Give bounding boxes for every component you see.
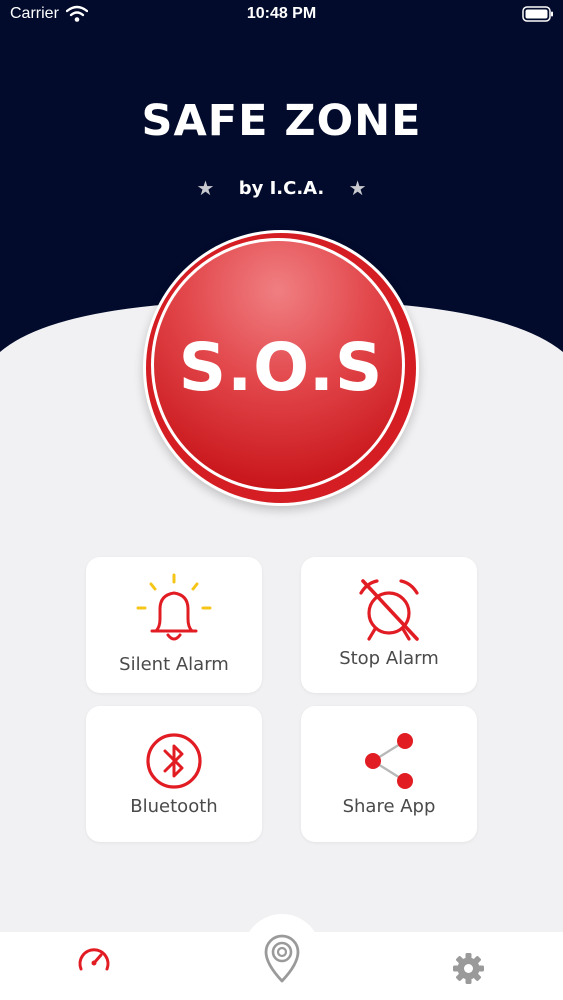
alarm-off-icon [359, 579, 419, 641]
battery-icon [522, 6, 553, 22]
status-time: 10:48 PM [246, 5, 317, 22]
bluetooth-button[interactable]: Bluetooth [86, 706, 262, 842]
sos-label: S.O.S [178, 329, 384, 406]
bell-icon [136, 573, 212, 641]
subtitle-row: ★ by I.C.A. ★ [0, 176, 563, 200]
bluetooth-label: Bluetooth [130, 796, 218, 817]
app-title: SAFE ZONE [141, 96, 422, 146]
stop-alarm-label: Stop Alarm [339, 648, 439, 669]
app-subtitle: by I.C.A. [238, 177, 325, 199]
app-screen: Carrier 10:48 PM SAFE ZONE ★ by I.C.A. ★… [0, 0, 563, 1000]
stop-alarm-button[interactable]: Stop Alarm [301, 557, 477, 693]
settings-gear-icon[interactable] [452, 952, 485, 985]
bluetooth-icon [146, 733, 202, 789]
share-app-button[interactable]: Share App [301, 706, 477, 842]
share-icon [365, 733, 413, 789]
silent-alarm-label: Silent Alarm [119, 654, 229, 675]
star-icon: ★ [196, 176, 215, 200]
share-app-label: Share App [342, 796, 436, 817]
sos-button[interactable]: S.O.S [143, 230, 419, 506]
status-bar: Carrier 10:48 PM [0, 0, 563, 30]
star-icon: ★ [348, 176, 367, 200]
location-pin-icon[interactable] [263, 934, 301, 984]
speedometer-icon[interactable] [77, 946, 111, 972]
silent-alarm-button[interactable]: Silent Alarm [86, 557, 262, 693]
